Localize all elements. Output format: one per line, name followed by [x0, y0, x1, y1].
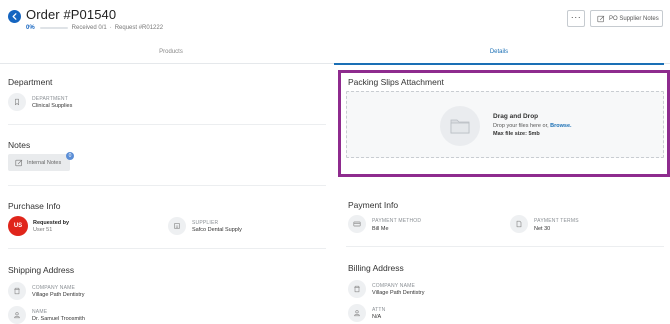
payment-terms-label: Payment Terms	[534, 218, 579, 224]
divider	[346, 246, 664, 247]
supplier-label: Supplier	[192, 220, 219, 226]
shipping-name-value: Dr. Samuel Troosmith	[32, 316, 85, 322]
internal-notes-label: Internal Notes	[27, 159, 62, 166]
folder-icon	[450, 119, 470, 134]
progress-percent: 0%	[26, 25, 35, 31]
shipping-company-label: Company Name	[32, 285, 76, 291]
received-count: Received 0/1	[71, 25, 107, 31]
billing-attn-value: N/A	[372, 314, 382, 320]
drop-instructions-text: Drop your files here or,	[493, 123, 549, 129]
divider	[8, 185, 326, 186]
payment-terms-icon-circle	[510, 215, 528, 233]
arrow-left-icon	[12, 13, 17, 20]
requested-by-value: User 51	[33, 227, 53, 233]
more-options-button[interactable]: ···	[567, 10, 585, 27]
folder-icon-circle	[440, 106, 480, 146]
payment-info-section-title: Payment Info	[348, 200, 399, 210]
billing-company-icon-circle	[348, 280, 366, 298]
po-supplier-notes-label: PO Supplier Notes	[609, 15, 659, 22]
progress-bar	[39, 27, 68, 29]
building-icon	[354, 285, 360, 293]
pencil-note-icon	[15, 159, 23, 166]
building-icon	[14, 287, 20, 295]
billing-company-value: Village Path Dentistry	[372, 290, 425, 296]
separator-dot: ·	[109, 25, 112, 31]
divider	[8, 124, 326, 125]
order-status-row: 0% Received 0/1 · Request #R01222	[26, 25, 166, 31]
user-icon	[14, 312, 20, 319]
browse-link[interactable]: Browse.	[550, 123, 571, 129]
page-title: Order #P01540	[26, 7, 117, 22]
tab-products[interactable]: Products	[8, 40, 334, 64]
billing-attn-label: Attn	[372, 307, 386, 313]
purchase-info-section-title: Purchase Info	[8, 201, 61, 211]
bookmark-icon	[15, 98, 19, 106]
max-file-size: Max file size: 5mb	[493, 131, 540, 137]
shipping-company-value: Village Path Dentistry	[32, 292, 85, 298]
department-section-title: Department	[8, 77, 53, 87]
billing-attn-icon-circle	[348, 304, 366, 322]
department-icon-circle	[8, 93, 26, 111]
department-value: Clinical Supplies	[32, 103, 73, 109]
order-header: Order #P01540 0% Received 0/1 · Request …	[0, 0, 670, 40]
shipping-name-label: Name	[32, 309, 48, 315]
payment-method-value: Bill Me	[372, 226, 389, 232]
department-label: Department	[32, 96, 68, 102]
payment-method-label: Payment Method	[372, 218, 422, 224]
payment-method-icon-circle	[348, 215, 366, 233]
requested-by-label: Requested by	[33, 220, 70, 226]
billing-company-label: Company Name	[372, 283, 416, 289]
po-supplier-notes-button[interactable]: PO Supplier Notes	[590, 10, 663, 27]
billing-address-section-title: Billing Address	[348, 263, 404, 273]
supplier-value: Safco Dental Supply	[192, 227, 242, 233]
shipping-company-icon-circle	[8, 282, 26, 300]
drop-instructions: Drop your files here or, Browse.	[493, 123, 572, 129]
divider	[8, 248, 326, 249]
drag-and-drop-title: Drag and Drop	[493, 113, 539, 120]
shipping-address-section-title: Shipping Address	[8, 265, 75, 275]
internal-notes-button[interactable]: Internal Notes	[8, 154, 70, 171]
back-button[interactable]	[8, 10, 21, 23]
user-icon	[354, 310, 360, 317]
storefront-icon	[174, 223, 180, 229]
avatar: US	[8, 216, 28, 236]
pencil-note-icon	[597, 15, 605, 22]
more-icon: ···	[570, 11, 582, 22]
packing-slips-section-title: Packing Slips Attachment	[348, 77, 444, 87]
credit-card-icon	[353, 221, 361, 227]
notes-section-title: Notes	[8, 140, 31, 150]
tab-bar: Products Details	[0, 40, 670, 65]
tab-details[interactable]: Details	[334, 40, 664, 65]
notes-count-badge: 0	[66, 152, 74, 160]
supplier-icon-circle	[168, 217, 186, 235]
shipping-name-icon-circle	[8, 306, 26, 324]
document-icon	[516, 220, 522, 228]
payment-terms-value: Net 30	[534, 226, 551, 232]
request-number: Request #R01222	[114, 25, 164, 31]
